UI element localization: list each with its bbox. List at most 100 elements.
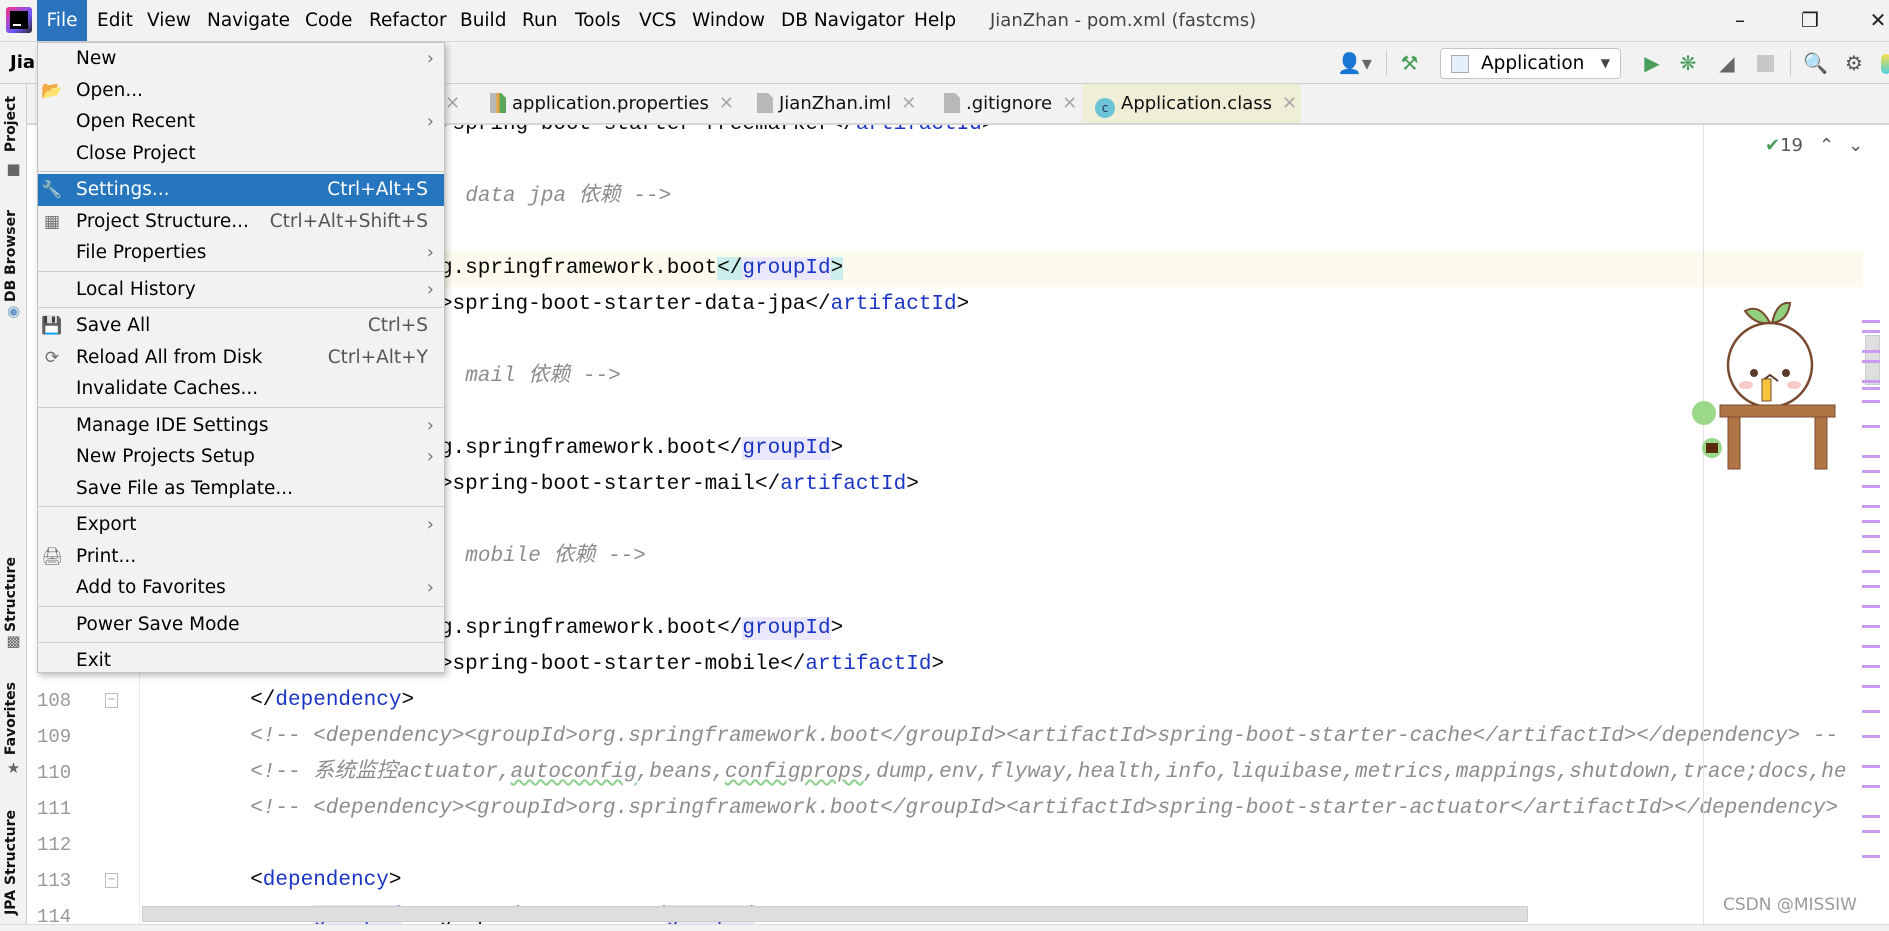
menu-item-settings[interactable]: 🔧 Settings... Ctrl+Alt+S bbox=[38, 174, 444, 206]
minimize-button[interactable]: – bbox=[1728, 8, 1752, 32]
error-stripe-mark[interactable] bbox=[1862, 855, 1880, 858]
code-token: > bbox=[982, 125, 995, 136]
menu-item-project-structure[interactable]: ▦ Project Structure... Ctrl+Alt+Shift+S bbox=[38, 206, 444, 238]
error-stripe-mark[interactable] bbox=[1862, 470, 1880, 473]
stop-icon[interactable] bbox=[1757, 55, 1774, 72]
menu-tools[interactable]: Tools bbox=[573, 0, 623, 41]
menu-item-print[interactable]: 🖨 Print... bbox=[38, 541, 444, 573]
error-stripe-mark[interactable] bbox=[1862, 350, 1880, 353]
tool-window-project[interactable]: Project bbox=[3, 96, 19, 152]
coverage-icon[interactable]: ◢ bbox=[1714, 51, 1740, 75]
menu-item-reload-all-from-disk[interactable]: ⟳ Reload All from Disk Ctrl+Alt+Y bbox=[38, 342, 444, 374]
error-stripe-mark[interactable] bbox=[1862, 665, 1880, 668]
error-stripe-mark[interactable] bbox=[1862, 830, 1880, 833]
tool-window-jpa-structure[interactable]: JPA Structure bbox=[3, 810, 19, 915]
tool-window-db-browser[interactable]: DB Browser bbox=[3, 210, 19, 302]
menu-item-local-history[interactable]: Local History › bbox=[38, 274, 444, 306]
menu-item-exit[interactable]: Exit bbox=[38, 645, 444, 677]
toolbar-separator bbox=[1790, 50, 1791, 76]
run-icon[interactable]: ▶ bbox=[1642, 51, 1662, 75]
error-stripe-mark[interactable] bbox=[1862, 605, 1880, 608]
error-stripe-mark[interactable] bbox=[1862, 685, 1880, 688]
vcs-user-icon[interactable]: 👤▾ bbox=[1337, 51, 1372, 75]
menu-item-open-recent[interactable]: Open Recent › bbox=[38, 106, 444, 138]
menu-vcs[interactable]: VCS bbox=[637, 0, 678, 41]
menu-build[interactable]: Build bbox=[458, 0, 508, 41]
tab-gitignore[interactable]: .gitignore ✕ bbox=[944, 84, 1077, 123]
error-stripe-mark[interactable] bbox=[1862, 625, 1880, 628]
error-stripe-mark[interactable] bbox=[1862, 585, 1880, 588]
error-stripe-mark[interactable] bbox=[1862, 645, 1880, 648]
menu-window[interactable]: Window bbox=[690, 0, 767, 41]
tab-jianzhan-iml[interactable]: JianZhan.iml ✕ bbox=[757, 84, 916, 123]
menu-item-new[interactable]: New › bbox=[38, 43, 444, 75]
error-stripe-mark[interactable] bbox=[1862, 785, 1880, 788]
close-tab-icon[interactable]: ✕ bbox=[901, 93, 916, 114]
close-tab-icon[interactable]: ✕ bbox=[1282, 93, 1297, 114]
menu-item-open[interactable]: 📂 Open... bbox=[38, 75, 444, 107]
restore-button[interactable]: ❐ bbox=[1798, 8, 1822, 32]
next-highlight-icon[interactable]: ⌄ bbox=[1848, 135, 1863, 156]
error-stripe-mark[interactable] bbox=[1862, 360, 1880, 363]
tool-window-structure[interactable]: Structure bbox=[3, 557, 19, 632]
close-tab-icon[interactable]: ✕ bbox=[1062, 93, 1077, 114]
menu-view[interactable]: View bbox=[145, 0, 193, 41]
menu-item-close-project[interactable]: Close Project bbox=[38, 138, 444, 170]
close-window-button[interactable]: ✕ bbox=[1866, 8, 1889, 32]
menu-help[interactable]: Help bbox=[912, 0, 958, 41]
error-stripe-mark[interactable] bbox=[1862, 425, 1880, 428]
gear-icon[interactable]: ⚙ bbox=[1843, 51, 1865, 75]
error-stripe-mark[interactable] bbox=[1862, 710, 1880, 713]
code-line: g.springframework.boot</groupId> bbox=[440, 611, 843, 647]
horizontal-scrollbar[interactable] bbox=[142, 906, 1528, 922]
menu-item-file-properties[interactable]: File Properties › bbox=[38, 237, 444, 269]
fold-marker-icon[interactable]: − bbox=[105, 873, 118, 888]
error-stripe-mark[interactable] bbox=[1862, 387, 1880, 390]
tab-application-class[interactable]: c Application.class ✕ bbox=[1082, 84, 1301, 123]
error-stripe-mark[interactable] bbox=[1862, 400, 1880, 403]
error-stripe-mark[interactable] bbox=[1862, 535, 1880, 538]
debug-bug-icon[interactable]: ❋ bbox=[1677, 51, 1699, 75]
plugin-icon[interactable] bbox=[1881, 54, 1889, 74]
menu-item-add-to-favorites[interactable]: Add to Favorites › bbox=[38, 572, 444, 604]
error-stripe-mark[interactable] bbox=[1862, 380, 1880, 383]
build-hammer-icon[interactable]: ⚒ bbox=[1397, 51, 1422, 75]
error-stripe[interactable] bbox=[1862, 125, 1889, 924]
menu-item-save-file-as-template[interactable]: Save File as Template... bbox=[38, 473, 444, 505]
run-configuration-dropdown[interactable]: Application ▼ bbox=[1440, 48, 1621, 79]
error-stripe-mark[interactable] bbox=[1862, 320, 1880, 323]
menu-navigate[interactable]: Navigate bbox=[205, 0, 292, 41]
menu-db-navigator[interactable]: DB Navigator bbox=[779, 0, 906, 41]
menu-edit[interactable]: Edit bbox=[95, 0, 135, 41]
menu-item-export[interactable]: Export › bbox=[38, 509, 444, 541]
fold-marker-icon[interactable]: − bbox=[105, 693, 118, 708]
menu-item-save-all[interactable]: 💾 Save All Ctrl+S bbox=[38, 310, 444, 342]
error-stripe-mark[interactable] bbox=[1862, 485, 1880, 488]
tool-window-favorites[interactable]: Favorites bbox=[3, 682, 19, 755]
project-breadcrumb[interactable]: Jia bbox=[10, 42, 35, 84]
menu-refactor[interactable]: Refactor bbox=[367, 0, 449, 41]
menu-item-invalidate-caches[interactable]: Invalidate Caches... bbox=[38, 373, 444, 405]
error-stripe-mark[interactable] bbox=[1862, 330, 1880, 333]
code-line: <!-- <dependency><groupId>org.springfram… bbox=[250, 791, 1838, 827]
error-stripe-mark[interactable] bbox=[1862, 570, 1880, 573]
close-tab-icon[interactable]: ✕ bbox=[445, 84, 460, 123]
tab-application-properties[interactable]: application.properties ✕ bbox=[490, 84, 734, 123]
previous-highlight-icon[interactable]: ⌃ bbox=[1819, 135, 1834, 156]
error-stripe-mark[interactable] bbox=[1862, 550, 1880, 553]
error-stripe-mark[interactable] bbox=[1862, 765, 1880, 768]
error-stripe-mark[interactable] bbox=[1862, 815, 1880, 818]
menu-item-new-projects-setup[interactable]: New Projects Setup › bbox=[38, 441, 444, 473]
search-icon[interactable]: 🔍 bbox=[1803, 51, 1828, 75]
menu-item-power-save-mode[interactable]: Power Save Mode bbox=[38, 609, 444, 641]
menu-code[interactable]: Code bbox=[303, 0, 354, 41]
menu-file[interactable]: File bbox=[37, 0, 87, 41]
menu-run[interactable]: Run bbox=[520, 0, 559, 41]
error-stripe-mark[interactable] bbox=[1862, 505, 1880, 508]
menu-item-manage-ide-settings[interactable]: Manage IDE Settings › bbox=[38, 410, 444, 442]
inspection-widget[interactable]: ✔19 ⌃ ⌄ bbox=[1765, 135, 1863, 156]
error-stripe-mark[interactable] bbox=[1862, 520, 1880, 523]
error-stripe-mark[interactable] bbox=[1862, 735, 1880, 738]
error-stripe-mark[interactable] bbox=[1862, 455, 1880, 458]
close-tab-icon[interactable]: ✕ bbox=[719, 93, 734, 114]
